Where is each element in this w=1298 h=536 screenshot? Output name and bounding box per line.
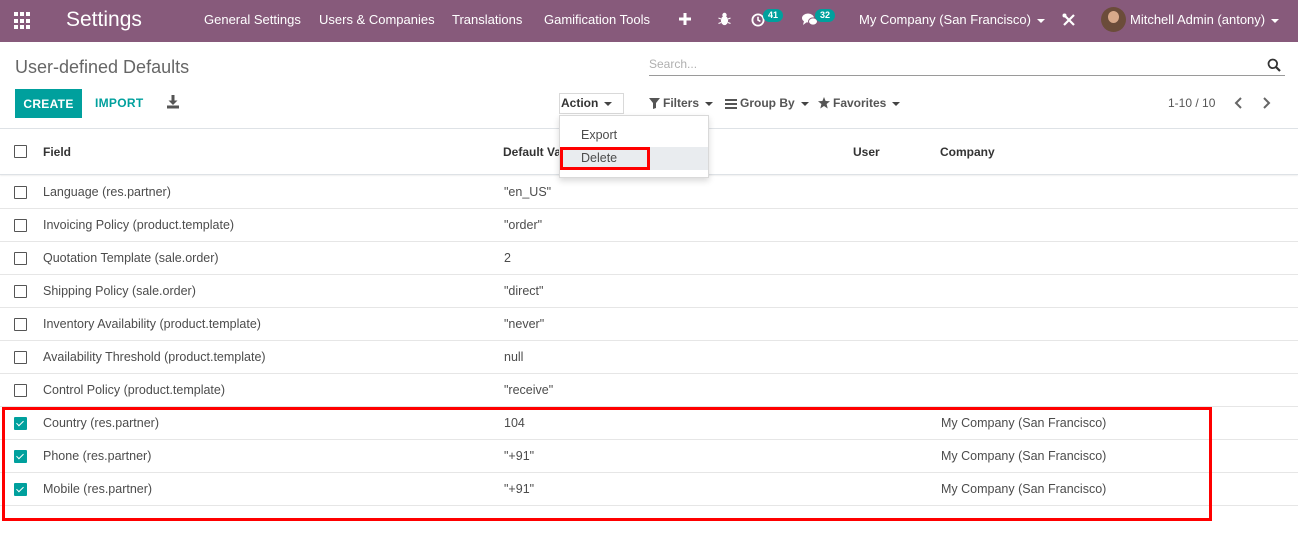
row-checkbox[interactable] [14, 252, 27, 265]
bug-icon[interactable] [718, 12, 731, 26]
row-default-value: "never" [504, 317, 545, 331]
row-field: Language (res.partner) [43, 185, 171, 199]
chevron-down-icon [1036, 18, 1045, 23]
row-field: Inventory Availability (product.template… [43, 317, 261, 331]
filters-button[interactable]: Filters [649, 96, 714, 110]
row-default-value: 2 [504, 251, 511, 265]
groupby-label: Group By [740, 96, 795, 110]
menu-users-companies[interactable]: Users & Companies [319, 12, 435, 28]
action-dropdown-button[interactable]: Action [559, 93, 624, 114]
table-row[interactable]: Shipping Policy (sale.order) "direct" [0, 275, 1298, 308]
row-checkbox[interactable] [14, 318, 27, 331]
tools-icon[interactable] [1062, 13, 1076, 27]
menu-item-export[interactable]: Export [560, 124, 708, 147]
table-row[interactable]: Inventory Availability (product.template… [0, 308, 1298, 341]
chevron-down-icon [705, 101, 714, 106]
company-switcher[interactable]: My Company (San Francisco) [859, 12, 1045, 28]
top-navbar: Settings General Settings Users & Compan… [0, 0, 1298, 42]
company-name: My Company (San Francisco) [859, 12, 1031, 27]
column-user[interactable]: User [853, 145, 880, 159]
menu-gamification-tools[interactable]: Gamification Tools [544, 12, 650, 28]
search-input[interactable] [649, 56, 1249, 72]
select-all-checkbox[interactable] [14, 145, 27, 158]
action-label: Action [561, 96, 599, 110]
row-field: Shipping Policy (sale.order) [43, 284, 196, 298]
filters-label: Filters [663, 96, 700, 110]
row-field: Availability Threshold (product.template… [43, 350, 266, 364]
chevron-down-icon [604, 101, 613, 106]
chevron-down-icon [800, 101, 809, 106]
row-checkbox[interactable] [14, 186, 27, 199]
search-bar [649, 54, 1285, 76]
plus-icon[interactable] [679, 13, 691, 25]
row-default-value: "en_US" [504, 185, 552, 199]
selected-rows-highlight-box [2, 407, 1212, 521]
chevron-right-icon[interactable] [1260, 96, 1272, 110]
pager-value[interactable]: 1-10 / 10 [1168, 96, 1215, 110]
table-row[interactable]: Invoicing Policy (product.template) "ord… [0, 209, 1298, 242]
list-icon [725, 99, 737, 109]
chevron-down-icon [892, 101, 901, 106]
user-name: Mitchell Admin (antony) [1130, 12, 1266, 27]
download-icon[interactable] [166, 95, 180, 109]
create-button[interactable]: CREATE [15, 89, 82, 118]
activity-badge: 41 [763, 9, 784, 22]
row-checkbox[interactable] [14, 351, 27, 364]
menu-general-settings[interactable]: General Settings [204, 12, 301, 28]
avatar[interactable] [1101, 7, 1126, 32]
table-row[interactable]: Language (res.partner) "en_US" [0, 176, 1298, 209]
import-button[interactable]: IMPORT [95, 96, 143, 110]
delete-highlight-box [560, 147, 650, 170]
app-title[interactable]: Settings [66, 7, 142, 33]
groupby-button[interactable]: Group By [725, 96, 809, 110]
row-field: Control Policy (product.template) [43, 383, 226, 397]
apps-grid-icon[interactable] [14, 12, 32, 30]
column-company[interactable]: Company [940, 145, 995, 159]
row-default-value: "order" [504, 218, 543, 232]
favorites-label: Favorites [833, 96, 887, 110]
table-row[interactable]: Availability Threshold (product.template… [0, 341, 1298, 374]
column-default-value[interactable]: Default Va [503, 145, 563, 159]
menu-translations[interactable]: Translations [452, 12, 522, 28]
row-default-value: "direct" [504, 284, 544, 298]
favorites-button[interactable]: Favorites [818, 96, 901, 110]
search-icon[interactable] [1267, 58, 1281, 72]
chevron-down-icon [1271, 18, 1280, 23]
user-menu[interactable]: Mitchell Admin (antony) [1130, 12, 1280, 28]
table-row[interactable]: Control Policy (product.template) "recei… [0, 374, 1298, 407]
row-checkbox[interactable] [14, 285, 27, 298]
row-checkbox[interactable] [14, 219, 27, 232]
table-row[interactable]: Quotation Template (sale.order) 2 [0, 242, 1298, 275]
row-default-value: null [504, 350, 524, 364]
row-field: Invoicing Policy (product.template) [43, 218, 235, 232]
star-icon [818, 97, 830, 109]
row-field: Quotation Template (sale.order) [43, 251, 219, 265]
row-default-value: "receive" [504, 383, 554, 397]
page-title: User-defined Defaults [15, 57, 190, 77]
chevron-left-icon[interactable] [1233, 96, 1245, 110]
filter-icon [649, 98, 660, 109]
messages-badge: 32 [815, 9, 836, 22]
row-checkbox[interactable] [14, 384, 27, 397]
column-field[interactable]: Field [43, 145, 71, 159]
